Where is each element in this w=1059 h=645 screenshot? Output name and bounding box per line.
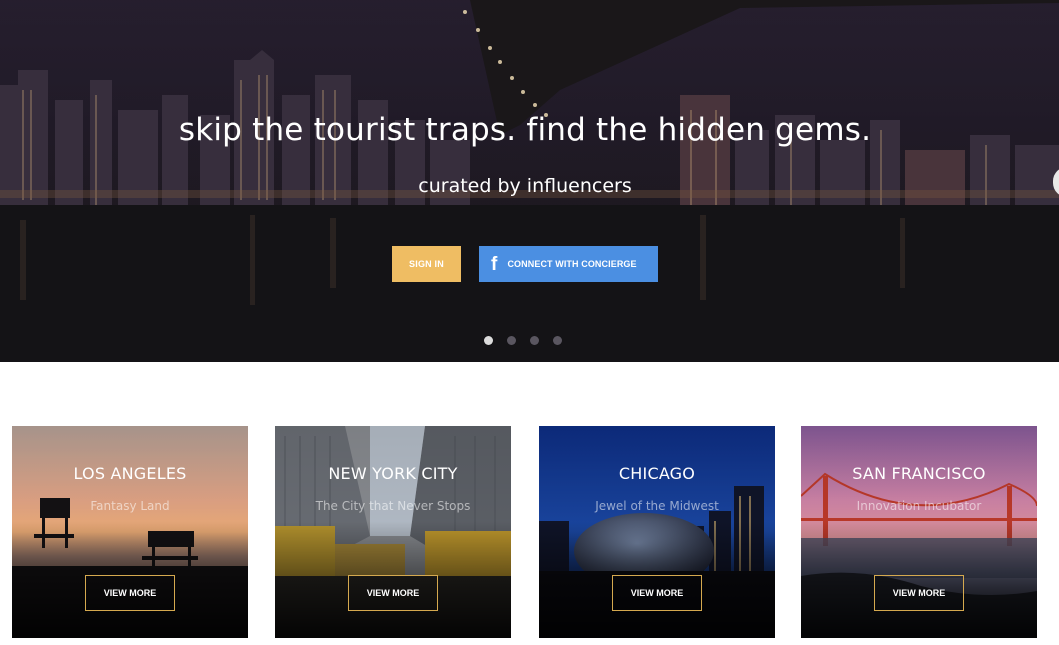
connect-concierge-label: CONNECT WITH CONCIERGE — [507, 259, 637, 269]
carousel-dot-3[interactable] — [530, 336, 539, 345]
city-name: CHICAGO — [618, 464, 696, 483]
sign-in-button[interactable]: SIGN IN — [392, 246, 461, 282]
city-card-new-york-city[interactable]: NEW YORK CITY The City that Never Stops … — [275, 426, 511, 638]
city-name: LOS ANGELES — [73, 464, 187, 483]
city-name: SAN FRANCISCO — [852, 464, 986, 483]
view-more-button[interactable]: VIEW MORE — [348, 575, 438, 611]
hero-subheadline: curated by influencers — [418, 175, 632, 197]
city-card-los-angeles[interactable]: LOS ANGELES Fantasy Land VIEW MORE — [12, 426, 248, 638]
city-card-chicago[interactable]: CHICAGO Jewel of the Midwest VIEW MORE — [539, 426, 775, 638]
hero-headline: skip the tourist traps. find the hidden … — [178, 112, 872, 148]
connect-concierge-button[interactable]: f CONNECT WITH CONCIERGE — [479, 246, 658, 282]
carousel-dot-2[interactable] — [507, 336, 516, 345]
view-more-label: VIEW MORE — [630, 588, 684, 598]
carousel-dot-4[interactable] — [553, 336, 562, 345]
view-more-label: VIEW MORE — [366, 588, 420, 598]
hero-banner: skip the tourist traps. find the hidden … — [0, 0, 1059, 362]
city-tagline: Innovation Incubator — [856, 499, 982, 513]
carousel-dot-1[interactable] — [484, 336, 493, 345]
view-more-label: VIEW MORE — [103, 588, 157, 598]
carousel-indicators — [484, 336, 562, 345]
sign-in-label: SIGN IN — [409, 259, 444, 269]
city-tagline: Jewel of the Midwest — [595, 499, 719, 513]
city-tagline: The City that Never Stops — [315, 499, 471, 513]
view-more-button[interactable]: VIEW MORE — [85, 575, 175, 611]
view-more-button[interactable]: VIEW MORE — [612, 575, 702, 611]
view-more-button[interactable]: VIEW MORE — [874, 575, 964, 611]
facebook-icon: f — [491, 253, 498, 275]
view-more-label: VIEW MORE — [892, 588, 946, 598]
city-card-san-francisco[interactable]: SAN FRANCISCO Innovation Incubator VIEW … — [801, 426, 1037, 638]
city-tagline: Fantasy Land — [90, 499, 170, 513]
city-name: NEW YORK CITY — [328, 464, 458, 483]
